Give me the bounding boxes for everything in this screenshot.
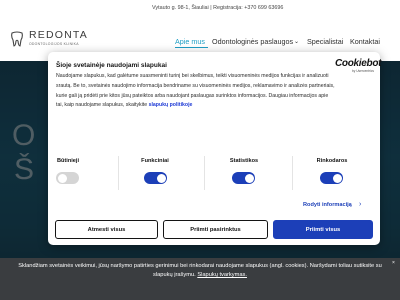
toggle-marketing[interactable] [320,172,343,184]
description-line: tai, kaip naudojame slapukus, skaitykite… [56,101,374,111]
toggle-necessary[interactable] [56,172,79,184]
toggle-label-marketing: Rinkodaros [316,158,348,164]
logo-name[interactable]: REDONTA [29,29,88,41]
toggle-label-necessary: Būtinieji [56,158,80,164]
contact-info: Vytauto g. 98-1, Šiauliai | Registracija… [152,5,284,11]
show-details-link[interactable]: Rodyti informaciją [303,202,352,208]
banner-text: Sklandžiam svetainės veikimui, jūsų narš… [0,262,400,280]
accept-all-button[interactable]: Priimti visus [273,220,373,239]
cookiebot-logo[interactable]: Cookiebot [335,58,381,69]
close-icon[interactable]: × [392,260,395,266]
toggle-knob [156,173,166,183]
banner-line: Sklandžiam svetainės veikimui, jūsų narš… [18,263,382,269]
top-info-bar: Vytauto g. 98-1, Šiauliai | Registracija… [0,0,400,17]
deny-all-button[interactable]: Atmesti visus [55,220,158,239]
toggle-knob [244,173,254,183]
toggle-label-functional: Funkciniai [141,158,169,164]
divider [204,156,205,190]
chevron-down-icon[interactable]: ⌄ [294,38,299,45]
cookie-consent-dialog: Šioje svetainėje naudojami slapukai Cook… [48,52,381,245]
toggle-label-statistics: Statistikos [229,158,259,164]
description-line: Naudojame slapukus, kad galėtume suasmen… [56,73,329,79]
cookie-banner: Sklandžiam svetainės veikimui, jūsų narš… [0,258,400,300]
banner-line: slapukų įrašymu. [153,272,196,278]
cookie-settings-link[interactable]: Slapukų tvarkymas. [197,272,247,278]
description-line: srautą. Be to, svetainės naudojimo infor… [56,82,335,89]
logo-tagline: ODONTOLOGIJOS KLINIKA [29,42,79,46]
nav-active-underline [175,47,208,48]
description-text: tai, kaip naudojame slapukus, skaitykite [56,102,148,109]
toggle-knob [57,173,67,183]
nav-item-apie-mus[interactable]: Apie mus [175,37,205,46]
dialog-title: Šioje svetainėje naudojami slapukai [56,62,167,69]
description-line: kurie gali ją pridėti prie kitos jūsų pa… [56,92,329,99]
nav-item-kontaktai[interactable]: Kontaktai [350,37,380,46]
toggle-statistics[interactable] [232,172,255,184]
toggle-functional[interactable] [144,172,167,184]
divider [118,156,119,190]
dialog-description: Naudojame slapukus, kad galėtume suasmen… [56,72,374,111]
toggle-knob [332,173,342,183]
accept-selected-button[interactable]: Priimti pasirinktus [163,220,268,239]
nav-item-specialistai[interactable]: Specialistai [307,37,343,46]
nav-item-paslaugos[interactable]: Odontologinės paslaugos [212,37,293,46]
divider [292,156,293,190]
cookie-policy-link[interactable]: slapukų politikoje [149,102,193,108]
tooth-logo-icon[interactable] [10,31,24,47]
chevron-right-icon[interactable]: › [359,201,361,208]
